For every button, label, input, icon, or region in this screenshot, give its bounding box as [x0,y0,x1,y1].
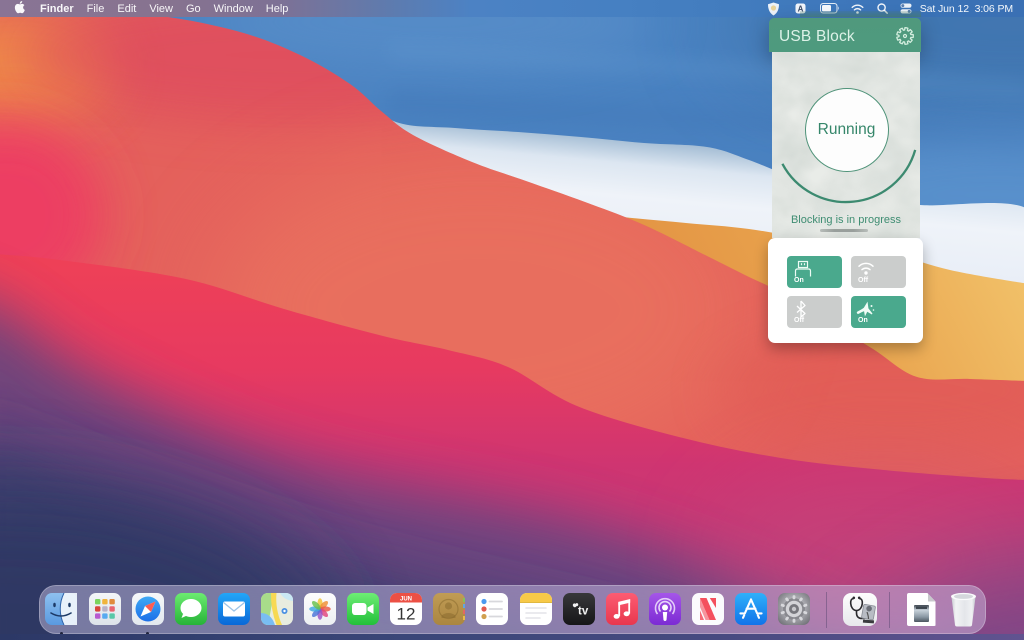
svg-text:12: 12 [397,605,416,624]
svg-text:tv: tv [578,606,589,618]
svg-text:JUN: JUN [400,597,412,603]
